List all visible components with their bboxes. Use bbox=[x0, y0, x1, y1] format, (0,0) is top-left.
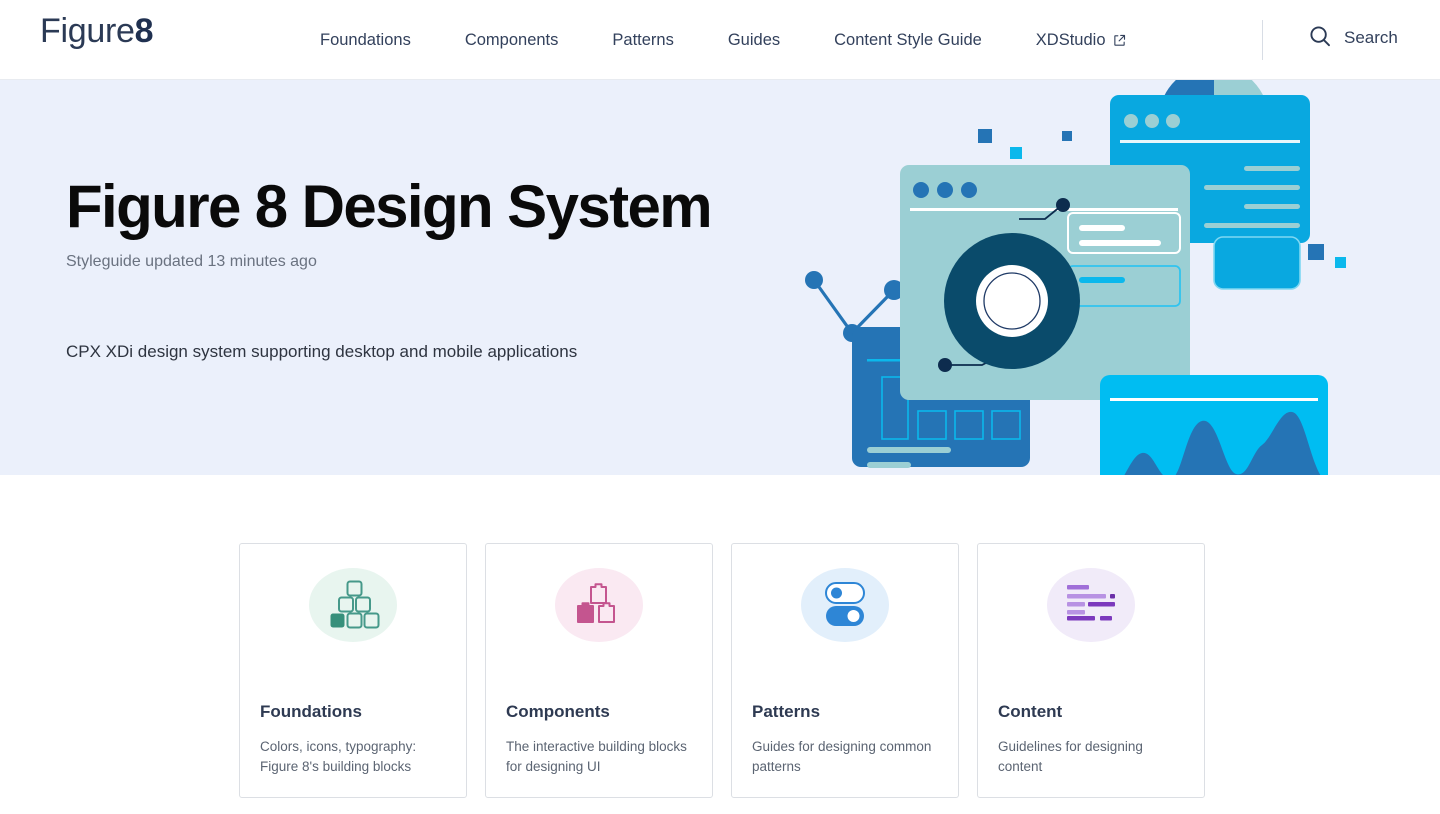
card-description: The interactive building blocks for desi… bbox=[506, 738, 687, 774]
external-link-icon bbox=[1113, 33, 1126, 46]
hero-section: Figure 8 Design System Styleguide update… bbox=[0, 80, 1440, 475]
nav-item-foundations[interactable]: Foundations bbox=[320, 25, 411, 56]
nav-item-label: Foundations bbox=[320, 30, 411, 49]
card-content[interactable]: Content Guidelines for designing content bbox=[977, 543, 1205, 798]
nav-item-xdstudio[interactable]: XDStudio bbox=[1036, 25, 1126, 56]
card-title: Components bbox=[506, 701, 610, 721]
nav-item-label: Content Style Guide bbox=[834, 30, 982, 49]
top-navigation-bar: Figure8 Foundations Components Patterns … bbox=[0, 0, 1440, 80]
nav-item-content-style-guide[interactable]: Content Style Guide bbox=[834, 25, 982, 56]
primary-nav: Foundations Components Patterns Guides C… bbox=[320, 0, 1126, 80]
card-description: Colors, icons, typography: Figure 8's bu… bbox=[260, 738, 417, 774]
card-icon-circle bbox=[555, 568, 643, 642]
card-foundations[interactable]: Foundations Colors, icons, typography: F… bbox=[239, 543, 467, 798]
category-cards-row: Foundations Colors, icons, typography: F… bbox=[239, 543, 1205, 798]
nav-item-label: Patterns bbox=[612, 30, 674, 49]
card-title: Patterns bbox=[752, 701, 821, 721]
card-components[interactable]: Components The interactive building bloc… bbox=[485, 543, 713, 798]
nav-divider bbox=[1262, 20, 1263, 60]
hero-updated-text: Styleguide updated 13 minutes ago bbox=[66, 253, 317, 270]
brand-logo[interactable]: Figure8 bbox=[40, 14, 153, 48]
brand-logo-text: Figure bbox=[40, 12, 135, 50]
card-description: Guides for designing common patterns bbox=[752, 738, 932, 774]
card-icon-circle bbox=[309, 568, 397, 642]
search-button[interactable]: Search bbox=[1308, 24, 1398, 51]
hero-copy: Figure 8 Design System Styleguide update… bbox=[66, 173, 713, 271]
page-title: Figure 8 Design System bbox=[66, 173, 713, 240]
card-icon-circle bbox=[1047, 568, 1135, 642]
brand-logo-number: 8 bbox=[134, 12, 154, 50]
search-button-label: Search bbox=[1344, 27, 1398, 47]
category-cards-section: Foundations Colors, icons, typography: F… bbox=[0, 475, 1440, 814]
card-title: Content bbox=[998, 701, 1063, 721]
nav-item-label: XDStudio bbox=[1035, 30, 1106, 49]
card-description: Guidelines for designing content bbox=[998, 738, 1143, 774]
building-blocks-icon bbox=[326, 575, 380, 634]
nav-item-label: Guides bbox=[727, 30, 781, 49]
nav-item-guides[interactable]: Guides bbox=[728, 25, 780, 56]
card-title: Foundations bbox=[260, 701, 362, 721]
toggles-icon bbox=[818, 575, 872, 634]
search-icon bbox=[1308, 24, 1332, 51]
nav-item-patterns[interactable]: Patterns bbox=[612, 25, 673, 56]
card-icon-circle bbox=[801, 568, 889, 642]
text-lines-icon bbox=[1064, 582, 1118, 627]
hero-description: CPX XDi design system supporting desktop… bbox=[66, 342, 578, 361]
nav-item-components[interactable]: Components bbox=[465, 25, 559, 56]
design-system-dashboard-illustration bbox=[800, 80, 1400, 475]
lego-bricks-icon bbox=[572, 575, 626, 634]
card-patterns[interactable]: Patterns Guides for designing common pat… bbox=[731, 543, 959, 798]
nav-item-label: Components bbox=[464, 30, 559, 49]
